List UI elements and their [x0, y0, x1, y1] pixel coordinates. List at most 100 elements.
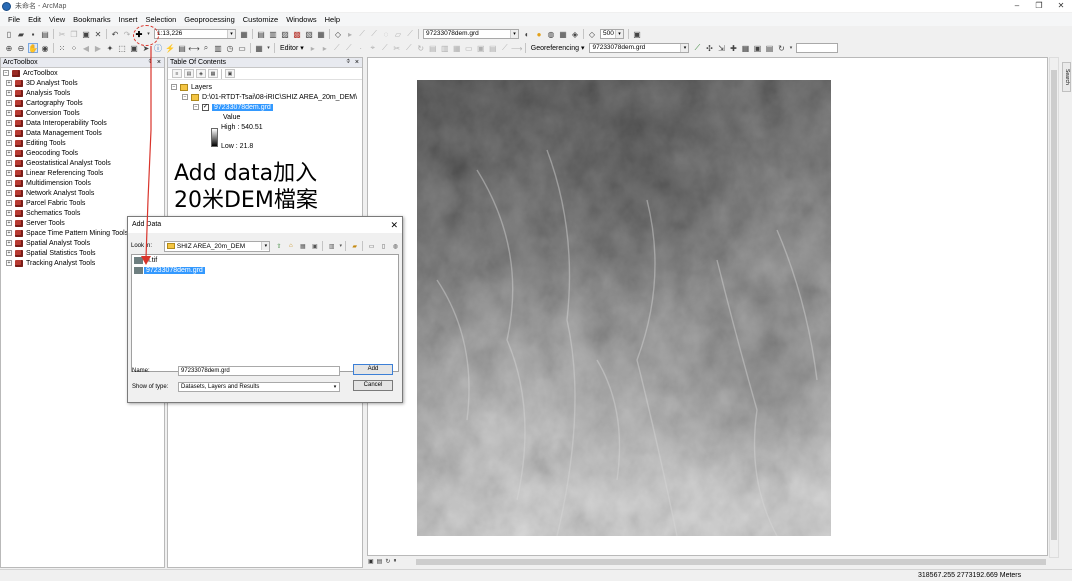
- close-pane-icon[interactable]: ×: [157, 58, 161, 67]
- expand-icon[interactable]: +: [6, 200, 12, 206]
- view-link-table-icon[interactable]: ▦: [740, 43, 750, 53]
- view-dropdown-icon[interactable]: ▾: [338, 241, 343, 251]
- 3d-analyst-icon[interactable]: ◇: [333, 29, 343, 39]
- extrusion-icon[interactable]: ◇: [587, 29, 597, 39]
- connect-folder-icon[interactable]: ▣: [309, 241, 320, 251]
- redo-icon[interactable]: ↷: [122, 29, 132, 39]
- georef-options-icon[interactable]: ▤: [764, 43, 774, 53]
- pan-icon[interactable]: ✋: [28, 43, 38, 53]
- sun-icon[interactable]: ●: [534, 29, 544, 39]
- toolbox-item[interactable]: + Network Analyst Tools: [1, 188, 164, 198]
- menu-help[interactable]: Help: [321, 15, 344, 24]
- expand-icon[interactable]: +: [6, 170, 12, 176]
- toolbox-item[interactable]: + Data Interoperability Tools: [1, 118, 164, 128]
- menu-edit[interactable]: Edit: [24, 15, 45, 24]
- collapse-icon[interactable]: −: [193, 104, 199, 110]
- fixed-zoom-out-icon[interactable]: ⁘: [69, 43, 79, 53]
- histogram-icon[interactable]: ▦: [558, 29, 568, 39]
- identify-icon[interactable]: ⓘ: [153, 43, 163, 53]
- minimize-button[interactable]: –: [1006, 0, 1028, 12]
- hyperlink-icon[interactable]: ⚡: [165, 43, 175, 53]
- menu-bookmarks[interactable]: Bookmarks: [69, 15, 115, 24]
- auto-registration-icon[interactable]: ▣: [752, 43, 762, 53]
- toolbox-item[interactable]: + Conversion Tools: [1, 108, 164, 118]
- list-by-visibility-icon[interactable]: ◈: [196, 69, 206, 78]
- expand-icon[interactable]: +: [6, 210, 12, 216]
- copy-icon[interactable]: ❐: [69, 29, 79, 39]
- trim-icon[interactable]: ⟋: [500, 43, 510, 53]
- expand-icon[interactable]: +: [6, 240, 12, 246]
- scale-georef-icon[interactable]: ⇲: [716, 43, 726, 53]
- layout-icon[interactable]: ▦: [254, 43, 264, 53]
- go-home-icon[interactable]: ⌂: [285, 241, 296, 251]
- layer-visibility-checkbox[interactable]: ✓: [202, 103, 209, 111]
- cut-icon[interactable]: ✂: [57, 29, 67, 39]
- profile-graph-icon[interactable]: ⟋: [369, 29, 379, 39]
- view-menu-icon[interactable]: ▥: [326, 241, 337, 251]
- collapse-icon[interactable]: −: [182, 94, 188, 100]
- menu-customize[interactable]: Customize: [239, 15, 282, 24]
- rotate-georef-icon[interactable]: ⟋: [692, 43, 702, 53]
- time-slider-icon[interactable]: ◷: [225, 43, 235, 53]
- toolbox-item[interactable]: + Parcel Fabric Tools: [1, 198, 164, 208]
- search-window-icon[interactable]: ▨: [280, 29, 290, 39]
- editor-menu[interactable]: Editor ▾: [280, 44, 304, 52]
- edit-tool-icon[interactable]: ▸: [308, 43, 318, 53]
- zoom-in-icon[interactable]: ⊕: [4, 43, 14, 53]
- georef-dropdown-icon[interactable]: ▾: [788, 43, 793, 53]
- trace-icon[interactable]: ⟋: [344, 43, 354, 53]
- toggle-contents-icon[interactable]: ▦: [297, 241, 308, 251]
- show-of-type-select[interactable]: Datasets, Layers and Results ▾: [178, 381, 340, 392]
- go-to-xy-icon[interactable]: ✦: [105, 43, 115, 53]
- cut-polygons-icon[interactable]: ✂: [392, 43, 402, 53]
- interpolate-polygon-icon[interactable]: ▱: [393, 29, 403, 39]
- globe-icon[interactable]: ◍: [390, 241, 401, 251]
- georef-layer-combo[interactable]: 97233078dem.grd ▾: [589, 43, 690, 53]
- base-height-combo[interactable]: 500 ▾: [600, 29, 624, 39]
- data-view-icon[interactable]: ▣: [368, 558, 374, 567]
- toolbox-window-icon[interactable]: ▩: [292, 29, 302, 39]
- interpolate-point-icon[interactable]: ◌: [381, 29, 391, 39]
- toolbox-item[interactable]: + Geocoding Tools: [1, 148, 164, 158]
- menu-view[interactable]: View: [45, 15, 69, 24]
- pause-drawing-icon[interactable]: ⏸: [393, 558, 396, 567]
- save-icon[interactable]: ▪: [28, 29, 38, 39]
- scroll-thumb[interactable]: [1051, 70, 1057, 540]
- new-item-icon[interactable]: ▯: [378, 241, 389, 251]
- scale-combo[interactable]: 1:13,226 ▾: [154, 29, 236, 39]
- name-field[interactable]: 97233078dem.grd: [178, 365, 340, 376]
- menu-windows[interactable]: Windows: [282, 15, 320, 24]
- steepest-path-icon[interactable]: ⟋: [357, 29, 367, 39]
- toolbox-item[interactable]: + Linear Referencing Tools: [1, 168, 164, 178]
- menu-selection[interactable]: Selection: [141, 15, 180, 24]
- close-button[interactable]: ✕: [1050, 0, 1072, 12]
- georeferencing-menu[interactable]: Georeferencing ▾: [531, 44, 585, 52]
- cancel-button[interactable]: Cancel: [353, 380, 393, 391]
- html-popup-icon[interactable]: ▤: [177, 43, 187, 53]
- print-icon[interactable]: ▤: [40, 29, 50, 39]
- expand-icon[interactable]: +: [6, 260, 12, 266]
- new-document-icon[interactable]: ▯: [4, 29, 14, 39]
- expand-icon[interactable]: +: [6, 150, 12, 156]
- add-button[interactable]: Add: [353, 364, 393, 375]
- expand-icon[interactable]: +: [6, 100, 12, 106]
- find-icon[interactable]: ⌕: [201, 43, 211, 53]
- menu-file[interactable]: File: [4, 15, 24, 24]
- toolbox-item[interactable]: + Analysis Tools: [1, 88, 164, 98]
- dialog-close-icon[interactable]: ✕: [390, 217, 398, 233]
- create-viewer-icon[interactable]: ▭: [237, 43, 247, 53]
- select-features-icon[interactable]: ⬚: [117, 43, 127, 53]
- spatial-analyst-layer-combo[interactable]: 97233078dem.grd ▾: [423, 29, 519, 39]
- topology-icon[interactable]: ▣: [476, 43, 486, 53]
- expand-icon[interactable]: +: [6, 120, 12, 126]
- collapse-icon[interactable]: −: [171, 84, 177, 90]
- reshape-icon[interactable]: ⟋: [380, 43, 390, 53]
- map-horizontal-scrollbar[interactable]: [406, 558, 1058, 567]
- layout-view-icon[interactable]: ▤: [377, 558, 383, 567]
- catalog-window-icon[interactable]: ▥: [268, 29, 278, 39]
- full-extent-icon[interactable]: ◉: [40, 43, 50, 53]
- expand-icon[interactable]: +: [6, 180, 12, 186]
- expand-icon[interactable]: +: [6, 230, 12, 236]
- restore-button[interactable]: ❐: [1028, 0, 1050, 12]
- edit-vertices-icon[interactable]: ⌖: [368, 43, 378, 53]
